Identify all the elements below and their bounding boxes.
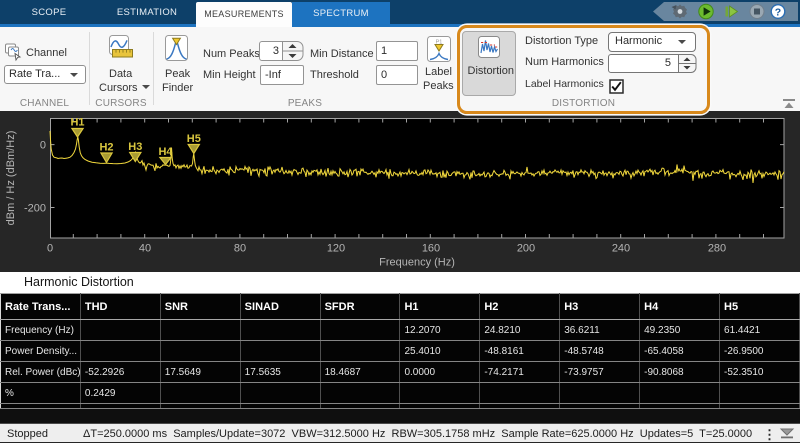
svg-text:H4: H4: [158, 146, 173, 158]
svg-text:H2: H2: [99, 142, 113, 154]
svg-text:280: 280: [708, 243, 726, 255]
svg-text:H5: H5: [187, 133, 201, 145]
svg-text:H3: H3: [128, 141, 142, 153]
svg-text:Frequency (Hz): Frequency (Hz): [379, 257, 455, 269]
svg-text:dBm / Hz (dBm/Hz): dBm / Hz (dBm/Hz): [5, 131, 17, 226]
svg-text:0: 0: [47, 243, 53, 255]
svg-text:40: 40: [139, 243, 151, 255]
svg-text:80: 80: [234, 243, 246, 255]
svg-text:200: 200: [517, 243, 535, 255]
svg-text:160: 160: [422, 243, 440, 255]
svg-text:H1: H1: [70, 117, 84, 129]
svg-text:-200: -200: [24, 203, 46, 215]
svg-text:240: 240: [612, 243, 630, 255]
svg-text:0: 0: [40, 140, 46, 152]
svg-text:120: 120: [327, 243, 345, 255]
svg-text:?: ?: [775, 7, 781, 19]
